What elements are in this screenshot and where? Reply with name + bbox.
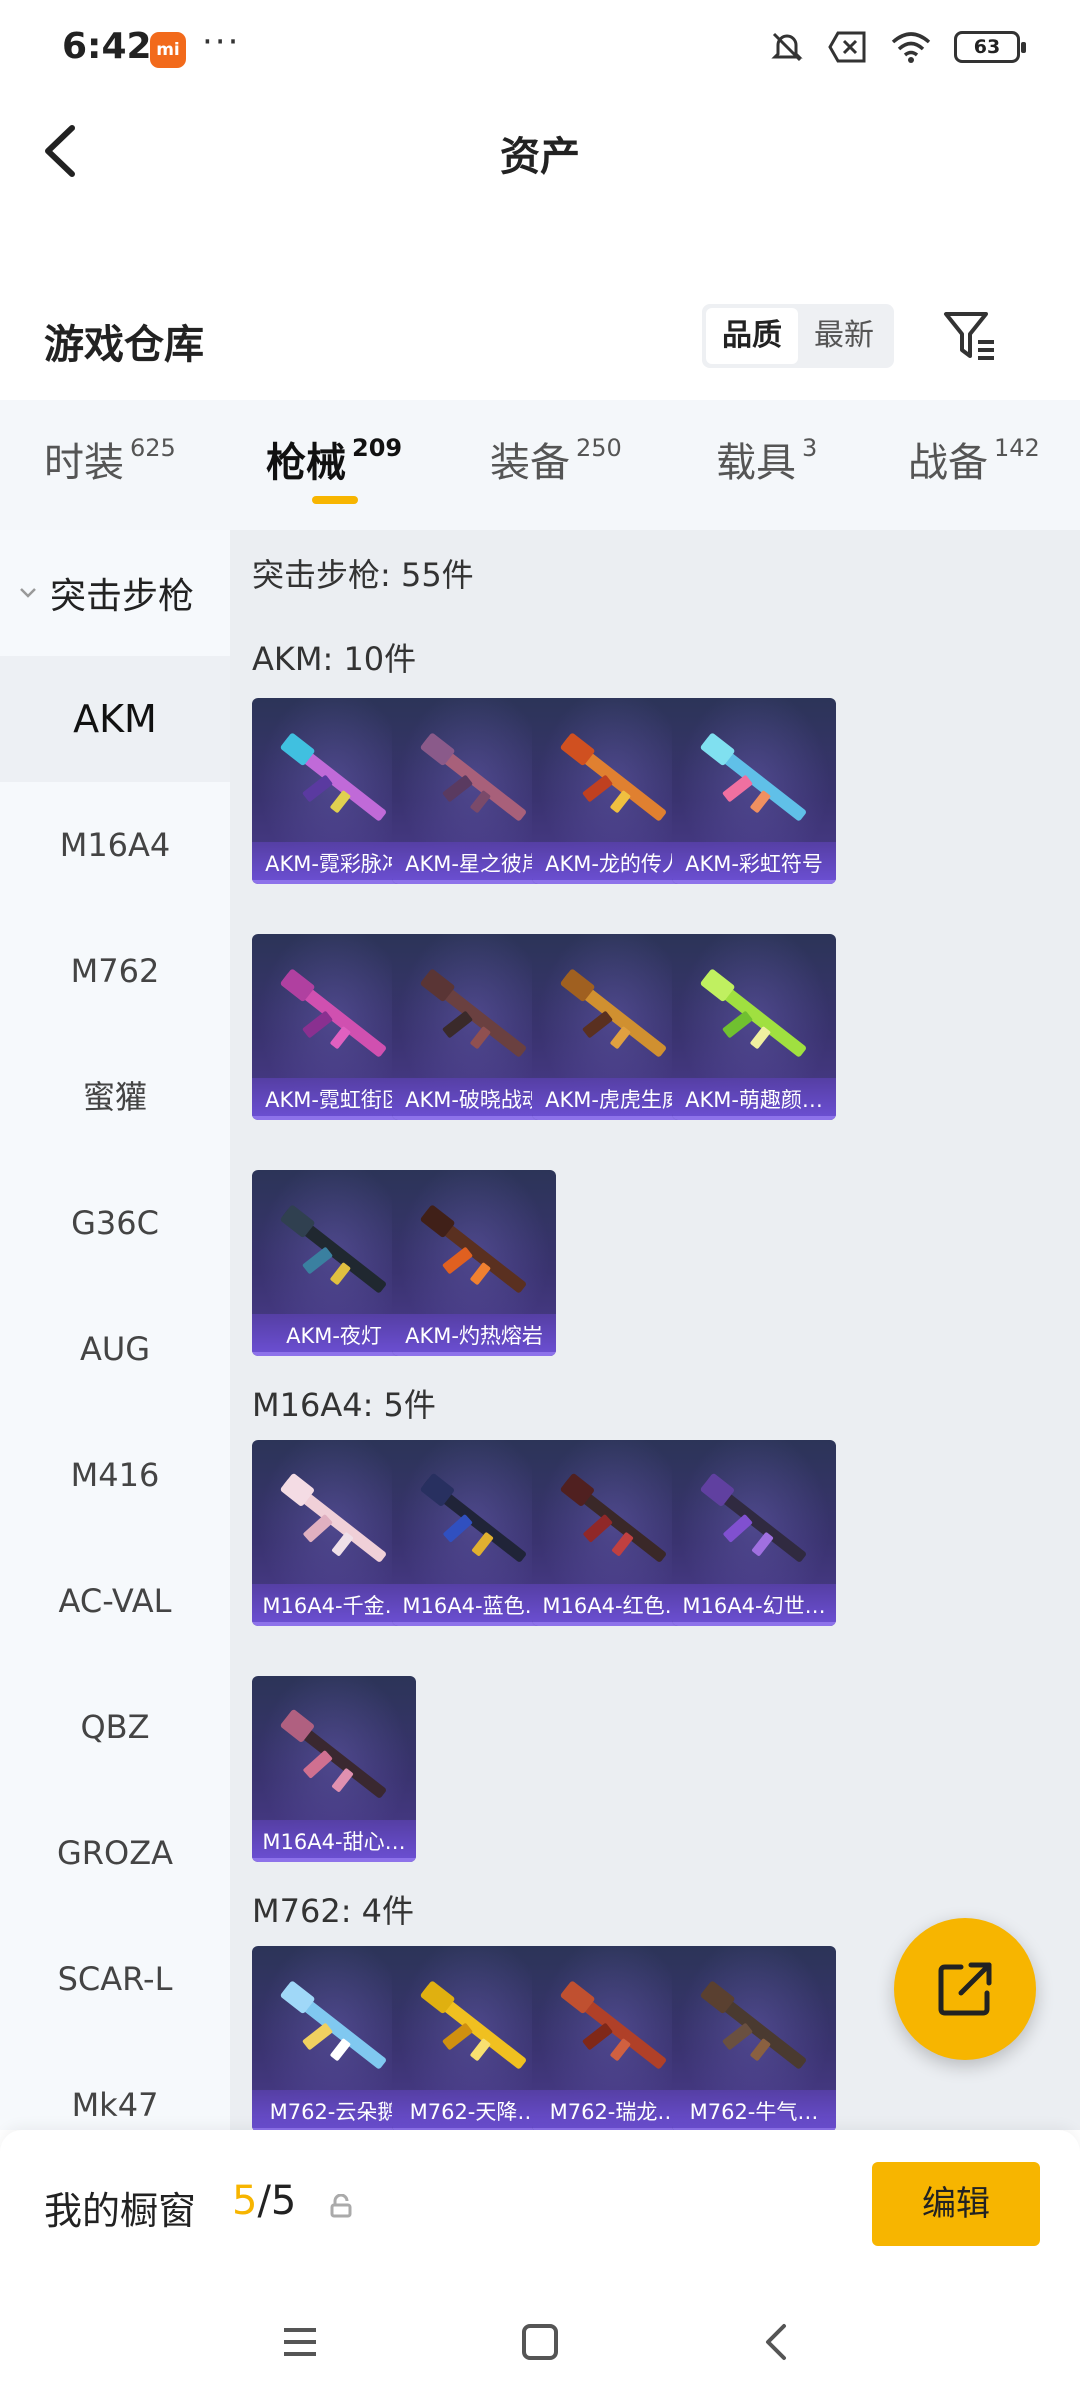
weapon-skin-image [560, 1473, 666, 1562]
tab-count: 209 [352, 434, 403, 462]
group-header-m16a4: M16A4: 5件 [252, 1386, 436, 1424]
sidebar-item-honey-badger[interactable]: 蜜獾 [0, 1034, 230, 1160]
group-header-akm: AKM: 10件 [252, 640, 417, 678]
tab-count: 142 [994, 434, 1040, 462]
menu-icon[interactable] [278, 2320, 322, 2364]
tab-count: 3 [802, 434, 818, 462]
weapon-name: M762-牛气… [689, 2100, 819, 2124]
weapon-sidebar: 突击步枪 AKM M16A4 M762 蜜獾 G36C AUG M416 AC-… [0, 530, 230, 2130]
weapon-card[interactable]: M16A4-幻世… [672, 1440, 836, 1626]
weapon-skin-image [560, 969, 666, 1057]
weapon-skin-image [420, 1473, 526, 1562]
wifi-icon [891, 32, 931, 63]
weapon-skin-image [280, 969, 386, 1057]
system-nav-bar [0, 2280, 1080, 2400]
showcase-label: 我的橱窗 [44, 2189, 197, 2233]
showcase-total: /5 [257, 2178, 297, 2224]
weapon-card[interactable]: M762-牛气… [672, 1946, 836, 2130]
sidebar-item-groza[interactable]: GROZA [0, 1790, 230, 1916]
weapon-skin-image [280, 1709, 386, 1798]
weapon-name: AKM-萌趣颜… [685, 1088, 823, 1112]
showcase-bar: 我的橱窗 5/5 编辑 [0, 2130, 1080, 2280]
sidebar-item-m416[interactable]: M416 [0, 1412, 230, 1538]
tab-vehicles[interactable]: 载具 3 [716, 430, 817, 488]
sidebar-item-m762[interactable]: M762 [0, 908, 230, 1034]
tab-count: 625 [130, 434, 176, 462]
group-header-m762: M762: 4件 [252, 1892, 415, 1930]
weapon-skin-image [280, 1473, 386, 1562]
category-tabs: 时装 625 枪械 209 装备 250 载具 3 战备 142 [0, 400, 1080, 530]
tab-label: 枪械 [266, 440, 346, 486]
weapon-card[interactable]: AKM-萌趣颜… [672, 934, 836, 1120]
sidebar-item-g36c[interactable]: G36C [0, 1160, 230, 1286]
active-tab-indicator [312, 496, 358, 504]
tab-equipment[interactable]: 装备 250 [490, 430, 622, 488]
mi-app-icon: mi [150, 32, 186, 68]
share-icon [938, 1962, 992, 2016]
weapon-card[interactable]: M16A4-甜心… [252, 1676, 416, 1862]
sidebar-category-label: 突击步枪 [50, 576, 195, 617]
weapon-name: M16A4-幻世… [682, 1594, 826, 1618]
sidebar-item-ac-val[interactable]: AC-VAL [0, 1538, 230, 1664]
weapon-card[interactable]: AKM-彩虹符号 [672, 698, 836, 884]
weapon-skin-image [560, 733, 666, 821]
weapon-name: AKM-灼热熔岩 [405, 1324, 543, 1348]
weapon-skin-image [700, 1473, 806, 1562]
status-time: 6:42 [62, 26, 152, 67]
tab-fashion[interactable]: 时装 625 [44, 430, 176, 488]
weapon-grid: 突击步枪: 55件 AKM: 10件 AKM-霓彩脉冲 AKM-星之彼岸 AKM… [230, 530, 1080, 2130]
share-button[interactable] [894, 1918, 1036, 2060]
tab-firearms[interactable]: 枪械 209 [266, 430, 402, 488]
tab-label: 载具 [716, 440, 796, 486]
lock-icon [330, 2194, 352, 2218]
sort-quality-button[interactable]: 品质 [706, 308, 798, 364]
tab-label: 时装 [44, 440, 124, 486]
mute-icon [771, 32, 803, 62]
sidebar-category-assault-rifles[interactable]: 突击步枪 [0, 530, 230, 656]
sidebar-item-aug[interactable]: AUG [0, 1286, 230, 1412]
weapon-skin-image [420, 1205, 526, 1293]
tab-label: 装备 [490, 440, 570, 486]
weapon-skin-image [700, 969, 806, 1057]
weapon-card[interactable]: AKM-灼热熔岩 [392, 1170, 556, 1356]
tab-label: 战备 [908, 440, 988, 486]
sort-toggle: 品质 最新 [702, 304, 894, 368]
category-header: 突击步枪: 55件 [252, 556, 474, 594]
filter-icon[interactable] [940, 306, 1000, 366]
weapon-skin-image [280, 1205, 386, 1293]
tab-supplies[interactable]: 战备 142 [908, 430, 1040, 488]
sidebar-item-m16a4[interactable]: M16A4 [0, 782, 230, 908]
no-sim-icon [828, 31, 866, 63]
weapon-name: AKM-彩虹符号 [685, 852, 823, 876]
sidebar-item-scar-l[interactable]: SCAR-L [0, 1916, 230, 2042]
weapon-skin-image [420, 969, 526, 1057]
weapon-skin-image [420, 733, 526, 821]
weapon-name: M16A4-甜心… [262, 1830, 406, 1854]
edit-button[interactable]: 编辑 [872, 2162, 1040, 2246]
weapon-skin-image [280, 1981, 386, 2069]
home-icon[interactable] [518, 2320, 562, 2364]
status-bar: 6:42 mi ··· 63 [0, 0, 1080, 96]
chevron-down-icon [20, 588, 36, 598]
weapon-skin-image [700, 733, 806, 821]
weapon-skin-image [560, 1981, 666, 2069]
showcase-current: 5 [232, 2178, 258, 2224]
sidebar-item-akm[interactable]: AKM [0, 656, 230, 782]
sort-newest-button[interactable]: 最新 [798, 308, 890, 364]
weapon-skin-image [420, 1981, 526, 2069]
back-icon[interactable] [756, 2320, 800, 2364]
warehouse-title: 游戏仓库 [44, 322, 204, 368]
status-icons: 63 [768, 28, 1026, 66]
tab-count: 250 [576, 434, 622, 462]
weapon-skin-image [280, 733, 386, 821]
battery-icon: 63 [954, 31, 1026, 63]
more-notifications-icon: ··· [202, 22, 241, 62]
weapon-skin-image [700, 1981, 806, 2069]
page-title: 资产 [500, 134, 580, 180]
sidebar-item-qbz[interactable]: QBZ [0, 1664, 230, 1790]
showcase-count: 5/5 [232, 2178, 296, 2224]
